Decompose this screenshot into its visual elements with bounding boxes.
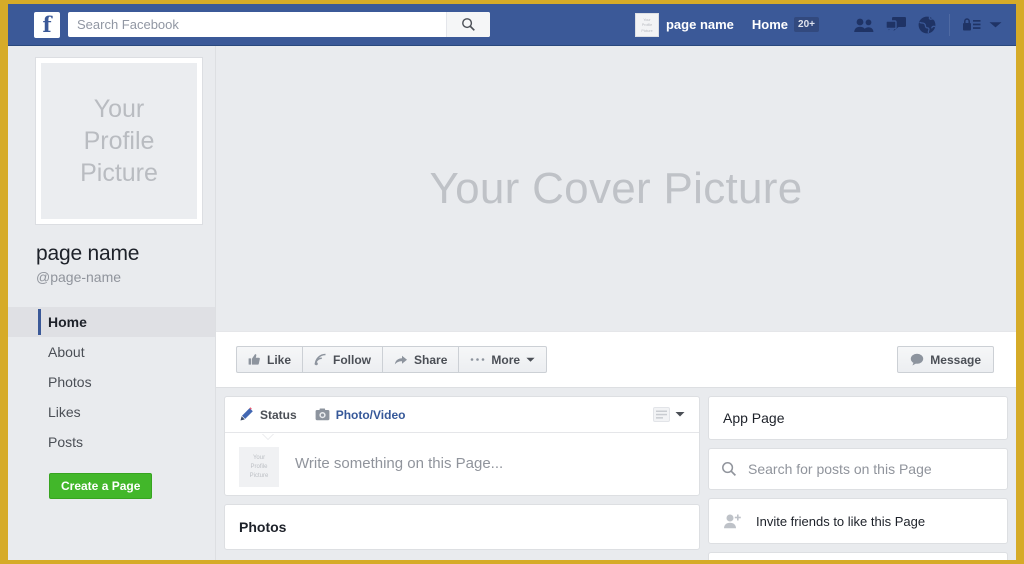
photos-section-card: Photos [224,504,700,550]
sidebar-item-photos[interactable]: Photos [8,367,215,397]
page-body: Your Profile Picture page name @page-nam… [8,46,1016,560]
notifications-globe-icon[interactable] [917,15,937,35]
person-add-icon [723,513,743,529]
like-button[interactable]: Like [236,346,303,373]
invite-friends-label: Invite friends to like this Page [756,513,926,529]
tab-photo-video-label: Photo/Video [335,407,406,422]
chevron-down-icon [526,357,535,363]
navbar-home-label: Home [751,17,789,32]
follow-button[interactable]: Follow [302,346,383,373]
tab-status[interactable]: Status [239,397,297,433]
left-sidebar: Your Profile Picture page name @page-nam… [8,46,216,560]
sidebar-item-likes[interactable]: Likes [8,397,215,427]
app-page-title: App Page [723,410,785,426]
profile-placeholder-line-2: Profile [83,127,155,155]
page-action-bar: Like Follow Share More Message [216,331,1016,388]
profile-picture-placeholder[interactable]: Your Profile Picture [36,58,202,224]
sidebar-item-label: About [48,344,85,360]
camera-icon [315,408,330,421]
sidebar-item-posts[interactable]: Posts [8,427,215,457]
cover-placeholder-text: Your Cover Picture [429,163,803,213]
sidebar-item-label: Photos [48,374,92,390]
message-bubble-icon [910,353,924,366]
search-posts-placeholder: Search for posts on this Page [748,461,932,477]
friend-requests-icon[interactable] [853,17,875,33]
thumbs-up-icon [248,353,261,366]
facebook-top-navbar: f YourProfilePicture page name Home 20+ [8,4,1016,46]
tab-status-label: Status [260,407,297,422]
message-button[interactable]: Message [897,346,994,373]
navbar-page-thumbnail: Your Profile Picture [634,12,659,37]
global-search[interactable] [68,12,490,37]
composer-input[interactable]: Write something on this Page... [295,447,685,472]
sidebar-item-label: Home [48,314,87,330]
ellipsis-icon [470,357,485,362]
cover-photo-placeholder[interactable]: Your Cover Picture [216,46,1016,331]
navbar-home-link[interactable]: Home 20+ [742,4,829,46]
sidebar-item-label: Likes [48,404,81,420]
status-composer-card: Status Photo/Video Your Profile Picture … [224,396,700,496]
sidebar-item-home[interactable]: Home [8,307,215,337]
page-title: page name [36,242,140,265]
privacy-lock-icon [962,17,982,32]
navbar-page-name: page name [665,17,734,32]
search-posts-card[interactable]: Search for posts on this Page [708,448,1008,490]
app-page-card[interactable]: App Page [708,396,1008,440]
sidebar-item-about[interactable]: About [8,337,215,367]
navbar-page-link[interactable]: Your Profile Picture page name [627,4,742,46]
messages-icon[interactable] [885,16,907,33]
content-columns: Status Photo/Video Your Profile Picture … [216,388,1016,560]
right-column: App Page Search for posts on this Page I… [708,396,1008,560]
search-button[interactable] [446,12,490,37]
photos-section-title: Photos [239,519,287,535]
main-content: Your Cover Picture Like Follow Share Mor… [216,46,1016,560]
invite-friends-row[interactable]: Invite friends to like this Page [709,499,1007,543]
profile-placeholder-line-3: Picture [80,159,158,187]
search-posts-row[interactable]: Search for posts on this Page [709,449,1007,489]
search-input[interactable] [68,13,446,36]
browser-frame: f YourProfilePicture page name Home 20+ [8,4,1016,560]
chevron-down-icon [675,411,685,418]
rss-icon [314,353,327,366]
sidebar-item-label: Posts [48,434,84,450]
composer-profile-thumbnail: Your Profile Picture [239,447,279,487]
page-action-button-group: Like Follow Share More [236,346,548,373]
more-button-label: More [491,352,521,367]
invite-friends-card[interactable]: Invite friends to like this Page [708,498,1008,544]
share-arrow-icon [394,354,408,366]
chevron-down-icon [989,21,1002,29]
navbar-right-section: Your Profile Picture page name Home 20+ [627,4,1016,46]
navbar-icon-group [853,15,937,35]
search-icon [461,17,476,32]
main-column: Status Photo/Video Your Profile Picture … [224,396,700,560]
pencil-icon [239,407,254,422]
profile-placeholder-line-1: Your [93,95,145,123]
sidebar-nav-list: Home About Photos Likes Posts [8,307,215,457]
share-button[interactable]: Share [382,346,459,373]
share-button-label: Share [414,352,448,367]
navbar-divider [949,13,950,36]
search-icon [721,461,737,477]
right-column-extra-card[interactable] [708,552,1008,560]
message-button-label: Message [930,352,981,367]
composer-body: Your Profile Picture Write something on th… [225,433,699,495]
follow-button-label: Follow [333,352,372,367]
create-page-button[interactable]: Create a Page [49,473,153,499]
facebook-logo-icon[interactable]: f [34,11,60,38]
privacy-shortcuts-button[interactable] [962,17,1002,32]
composer-options-button[interactable] [653,407,685,422]
tab-photo-video[interactable]: Photo/Video [315,397,406,433]
list-icon [653,407,670,422]
like-button-label: Like [267,352,292,367]
composer-tabs: Status Photo/Video [225,397,699,433]
more-button[interactable]: More [458,346,548,373]
page-handle: @page-name [36,269,122,285]
navbar-home-badge: 20+ [794,17,819,32]
